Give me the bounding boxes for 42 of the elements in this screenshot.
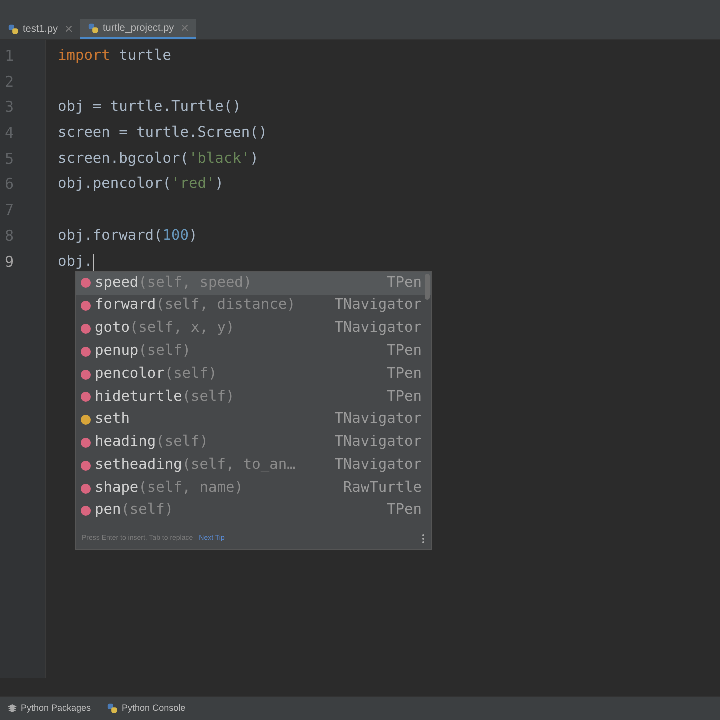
code-line: import turtle <box>58 47 172 66</box>
completion-item[interactable]: pen(self) TPen <box>76 500 431 523</box>
code-line: obj = turtle.Turtle() <box>58 98 242 118</box>
method-icon <box>81 392 91 402</box>
python-file-icon <box>88 22 100 34</box>
python-file-icon <box>107 703 118 714</box>
code-line: screen = turtle.Screen() <box>58 124 268 144</box>
code-line: screen.bgcolor('black') <box>58 150 259 169</box>
close-icon[interactable] <box>182 25 188 31</box>
scrollbar-thumb[interactable] <box>425 274 430 300</box>
python-file-icon <box>8 24 19 34</box>
method-icon <box>81 324 91 334</box>
close-icon[interactable] <box>66 26 72 32</box>
method-icon <box>81 484 91 494</box>
completion-item[interactable]: shape(self, name) RawTurtle <box>76 477 431 500</box>
line-number: 9 <box>4 252 14 272</box>
more-icon[interactable] <box>422 534 425 544</box>
method-icon <box>81 301 91 312</box>
code-line: obj.forward(100) <box>58 226 198 246</box>
file-tab[interactable]: turtle_project.py <box>80 19 196 39</box>
completion-item[interactable]: penup(self) TPen <box>76 340 431 364</box>
completion-item[interactable]: heading(self) TNavigator <box>76 432 431 454</box>
completion-item[interactable]: forward(self, distance) TNavigator <box>76 294 431 318</box>
field-icon <box>81 415 91 426</box>
method-icon <box>81 370 91 380</box>
completion-item[interactable]: seth TNavigator <box>76 408 431 432</box>
completion-item[interactable]: pencolor(self) TPen <box>76 363 431 386</box>
method-icon <box>81 346 91 357</box>
method-icon <box>81 460 91 471</box>
completion-item[interactable]: hideturtle(self) TPen <box>76 386 431 409</box>
code-line: obj. <box>58 252 93 272</box>
layers-icon <box>8 704 17 713</box>
tool-window-button[interactable]: Python Console <box>107 702 186 716</box>
tool-window-button[interactable]: Python Packages <box>8 702 92 716</box>
file-tab[interactable]: test1.py <box>0 19 80 39</box>
completion-item[interactable]: goto(self, x, y) TNavigator <box>76 318 431 340</box>
method-icon <box>81 438 91 448</box>
method-icon <box>81 278 91 288</box>
text-cursor <box>92 254 94 271</box>
completion-item[interactable]: setheading(self, to_an… TNavigator <box>76 454 431 478</box>
code-line: obj.pencolor('red') <box>58 175 224 194</box>
method-icon <box>81 506 91 516</box>
